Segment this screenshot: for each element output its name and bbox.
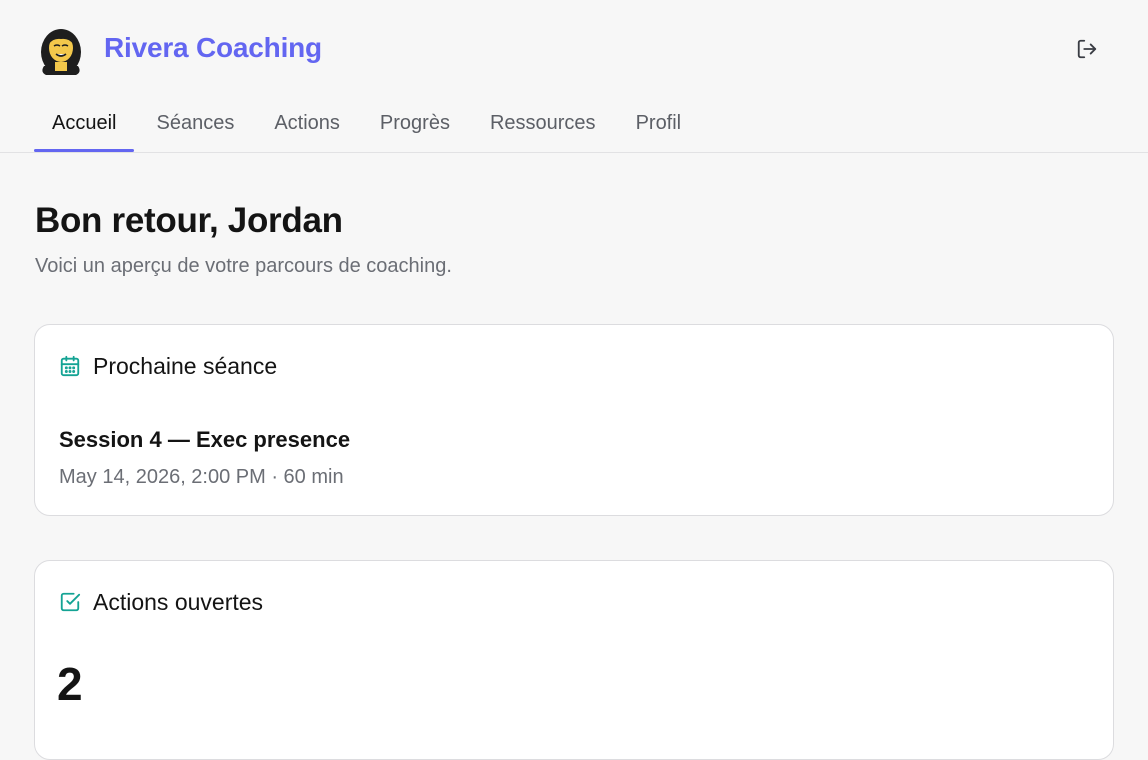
session-title: Session 4 — Exec presence xyxy=(59,427,351,452)
page-subtitle: Voici un aperçu de votre parcours de coa… xyxy=(35,255,452,277)
check-square-icon xyxy=(59,591,81,613)
app-header: Rivera Coaching xyxy=(0,0,1148,96)
session-datetime: May 14, 2026, 2:00 PM · 60 min xyxy=(59,466,344,488)
tab-accueil[interactable]: Accueil xyxy=(34,96,135,152)
page-title: Bon retour, Jordan xyxy=(35,201,343,240)
logout-icon[interactable] xyxy=(1074,36,1100,62)
tabs-divider xyxy=(0,152,1148,153)
main-nav-tabs: Accueil Séances Actions Progrès Ressourc… xyxy=(34,96,703,152)
open-actions-heading: Actions ouvertes xyxy=(93,589,264,615)
tab-actions[interactable]: Actions xyxy=(256,96,358,152)
tab-ressources[interactable]: Ressources xyxy=(472,96,614,152)
open-actions-header: Actions ouvertes xyxy=(59,587,263,617)
tab-seances[interactable]: Séances xyxy=(138,96,252,152)
brand-title: Rivera Coaching xyxy=(104,32,322,63)
open-actions-card[interactable]: Actions ouvertes 2 xyxy=(34,560,1114,760)
next-session-heading: Prochaine séance xyxy=(93,353,278,379)
tab-profil[interactable]: Profil xyxy=(618,96,700,152)
avatar xyxy=(36,22,86,76)
next-session-card[interactable]: Prochaine séance Session 4 — Exec presen… xyxy=(34,324,1114,516)
tab-progres[interactable]: Progrès xyxy=(362,96,468,152)
open-actions-count: 2 xyxy=(57,658,83,710)
calendar-icon xyxy=(59,355,81,377)
next-session-header: Prochaine séance xyxy=(59,351,277,381)
